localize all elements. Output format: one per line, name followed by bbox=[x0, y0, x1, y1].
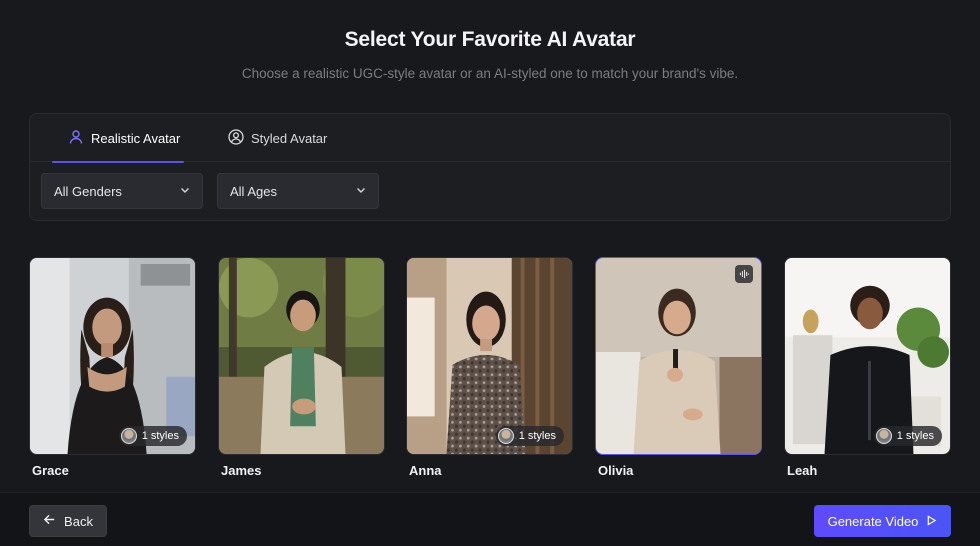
avatar-name: Grace bbox=[32, 463, 69, 478]
filter-panel: Realistic Avatar Styled Avatar All Gende… bbox=[29, 113, 951, 221]
audio-wave-icon bbox=[735, 265, 753, 283]
avatar-thumbnail[interactable]: 1 styles bbox=[29, 257, 196, 455]
avatar-photo bbox=[219, 258, 384, 454]
avatar-thumbnail[interactable] bbox=[595, 257, 762, 455]
avatar-card-james[interactable]: James bbox=[218, 257, 385, 478]
avatar-name: Anna bbox=[409, 463, 442, 478]
tab-styled-avatar-label: Styled Avatar bbox=[251, 130, 328, 146]
styles-badge: 1 styles bbox=[495, 426, 564, 446]
avatar-grid: 1 styles Grace James 1 styles Anna Olivi… bbox=[29, 257, 951, 482]
generate-video-button[interactable]: Generate Video bbox=[814, 505, 951, 537]
generate-video-label: Generate Video bbox=[827, 513, 919, 529]
chevron-down-icon bbox=[179, 184, 191, 199]
arrow-left-icon bbox=[43, 513, 56, 529]
avatar-photo bbox=[785, 258, 950, 454]
user-icon bbox=[68, 129, 84, 148]
gender-select[interactable]: All Genders bbox=[41, 173, 203, 209]
styles-count: 1 styles bbox=[518, 430, 556, 442]
tab-realistic-avatar[interactable]: Realistic Avatar bbox=[52, 114, 184, 163]
age-select[interactable]: All Ages bbox=[217, 173, 379, 209]
style-avatar-icon bbox=[875, 428, 892, 444]
avatar-name: Leah bbox=[787, 463, 818, 478]
avatar-card-leah[interactable]: 1 styles Leah bbox=[784, 257, 951, 478]
avatar-card-olivia[interactable]: Olivia bbox=[595, 257, 762, 478]
page-title: Select Your Favorite AI Avatar bbox=[344, 28, 636, 51]
avatar-photo bbox=[30, 258, 195, 454]
style-avatar-icon bbox=[120, 428, 137, 444]
styles-count: 1 styles bbox=[141, 430, 179, 442]
age-select-value: All Ages bbox=[230, 183, 277, 199]
avatar-name: James bbox=[221, 463, 262, 478]
user-circle-icon bbox=[228, 128, 244, 148]
avatar-type-tabs: Realistic Avatar Styled Avatar bbox=[30, 114, 950, 163]
tab-styled-avatar[interactable]: Styled Avatar bbox=[228, 114, 327, 162]
chevron-down-icon bbox=[355, 184, 367, 199]
play-icon bbox=[926, 514, 937, 529]
avatar-thumbnail[interactable]: 1 styles bbox=[784, 257, 951, 455]
styles-badge: 1 styles bbox=[118, 426, 187, 446]
avatar-name: Olivia bbox=[598, 463, 634, 478]
avatar-photo bbox=[596, 258, 761, 454]
styles-badge: 1 styles bbox=[873, 426, 942, 446]
avatar-photo bbox=[407, 258, 572, 454]
footer-bar: Back Generate Video bbox=[0, 492, 980, 546]
tab-realistic-avatar-label: Realistic Avatar bbox=[91, 130, 181, 146]
page-subtitle: Choose a realistic UGC-style avatar or a… bbox=[241, 66, 739, 81]
style-avatar-icon bbox=[497, 428, 514, 444]
styles-count: 1 styles bbox=[896, 430, 934, 442]
gender-select-value: All Genders bbox=[54, 183, 122, 199]
back-button[interactable]: Back bbox=[29, 505, 107, 537]
avatar-thumbnail[interactable] bbox=[218, 257, 385, 455]
back-button-label: Back bbox=[64, 513, 93, 529]
avatar-card-anna[interactable]: 1 styles Anna bbox=[406, 257, 573, 478]
avatar-card-grace[interactable]: 1 styles Grace bbox=[29, 257, 196, 478]
avatar-thumbnail[interactable]: 1 styles bbox=[406, 257, 573, 455]
